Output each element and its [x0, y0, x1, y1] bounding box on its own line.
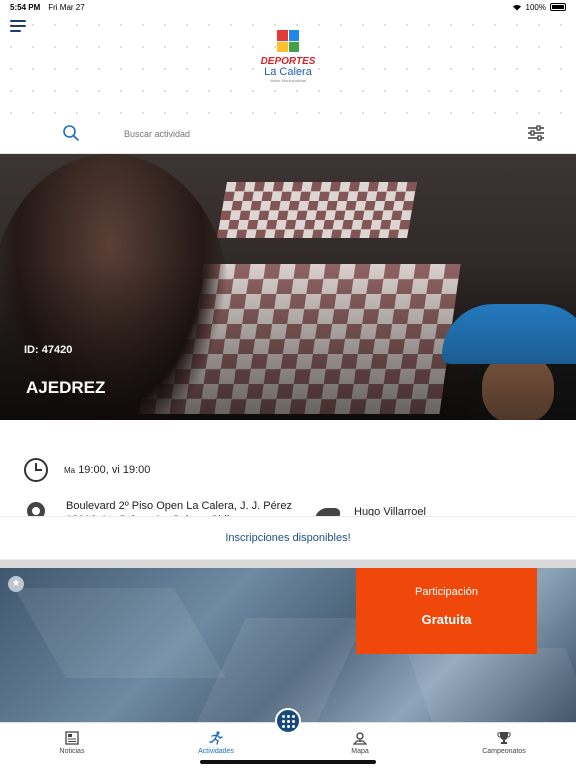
logo-text-la-calera: La Calera: [264, 66, 312, 78]
section-divider: [0, 560, 576, 568]
schedule-prefix: Ma: [64, 466, 76, 475]
search-icon[interactable]: [62, 124, 80, 142]
activity-id: ID: 47420: [24, 344, 73, 356]
wifi-icon: [512, 4, 521, 11]
filter-sliders-icon[interactable]: [527, 124, 545, 142]
menu-icon[interactable]: [10, 20, 26, 32]
activity-address: Boulevard 2º Piso Open La Calera, J. J. …: [66, 500, 292, 516]
newspaper-icon: [65, 731, 79, 745]
favorite-star-icon[interactable]: ★: [8, 576, 24, 592]
search-bar: [0, 114, 576, 154]
status-time: 5:54 PM: [10, 2, 41, 12]
activity-coach: Hugo Villarroel: [354, 506, 426, 516]
runner-icon: [209, 731, 223, 745]
tab-noticias[interactable]: Noticias: [32, 731, 112, 755]
logo-text-municipalidad: Ilustre Municipalidad: [269, 78, 307, 83]
tab-label: Mapa: [351, 748, 369, 755]
home-indicator: [200, 760, 376, 764]
tab-label: Campeonatos: [482, 748, 526, 755]
participation-value: Gratuita: [421, 612, 472, 627]
search-input[interactable]: [124, 126, 484, 142]
activity-info: Ma 19:00, vi 19:00 Boulevard 2º Piso Ope…: [0, 420, 576, 516]
trophy-icon: [497, 732, 511, 744]
status-bar: 5:54 PM Fri Mar 27 100%: [0, 0, 576, 14]
tab-label: Noticias: [59, 748, 85, 755]
participation-badge: Participación Gratuita: [356, 568, 537, 654]
status-date: Fri Mar 27: [48, 2, 85, 12]
inscriptions-banner[interactable]: Inscripciones disponibles!: [0, 516, 576, 560]
battery-icon: [550, 3, 566, 11]
tab-label: Actividades: [198, 748, 234, 755]
activity-hero-image: ID: 47420 AJEDREZ: [0, 154, 576, 420]
clock-icon: [24, 458, 48, 482]
inscriptions-text: Inscripciones disponibles!: [225, 532, 351, 544]
status-right: 100%: [512, 3, 566, 12]
app-header: DEPORTES La Calera Ilustre Municipalidad: [0, 14, 576, 114]
tab-actividades[interactable]: Actividades: [176, 731, 256, 755]
tab-campeonatos[interactable]: Campeonatos: [464, 731, 544, 755]
activity-title: AJEDREZ: [26, 378, 106, 397]
logo-mark-icon: [277, 30, 299, 52]
apps-grid-button[interactable]: [275, 708, 301, 734]
app-screen: 5:54 PM Fri Mar 27 100% DEPORTES La Cale…: [0, 0, 576, 768]
schedule-text: 19:00, vi 19:00: [78, 464, 151, 476]
map-pin-icon: [353, 732, 367, 745]
participation-label: Participación: [415, 586, 478, 598]
activity-schedule: Ma 19:00, vi 19:00: [64, 464, 150, 476]
battery-percent: 100%: [525, 2, 546, 12]
coach-icon: [313, 508, 343, 516]
tab-mapa[interactable]: Mapa: [320, 731, 400, 755]
app-logo: DEPORTES La Calera Ilustre Municipalidad: [246, 30, 330, 100]
location-pin-icon: [23, 498, 49, 516]
